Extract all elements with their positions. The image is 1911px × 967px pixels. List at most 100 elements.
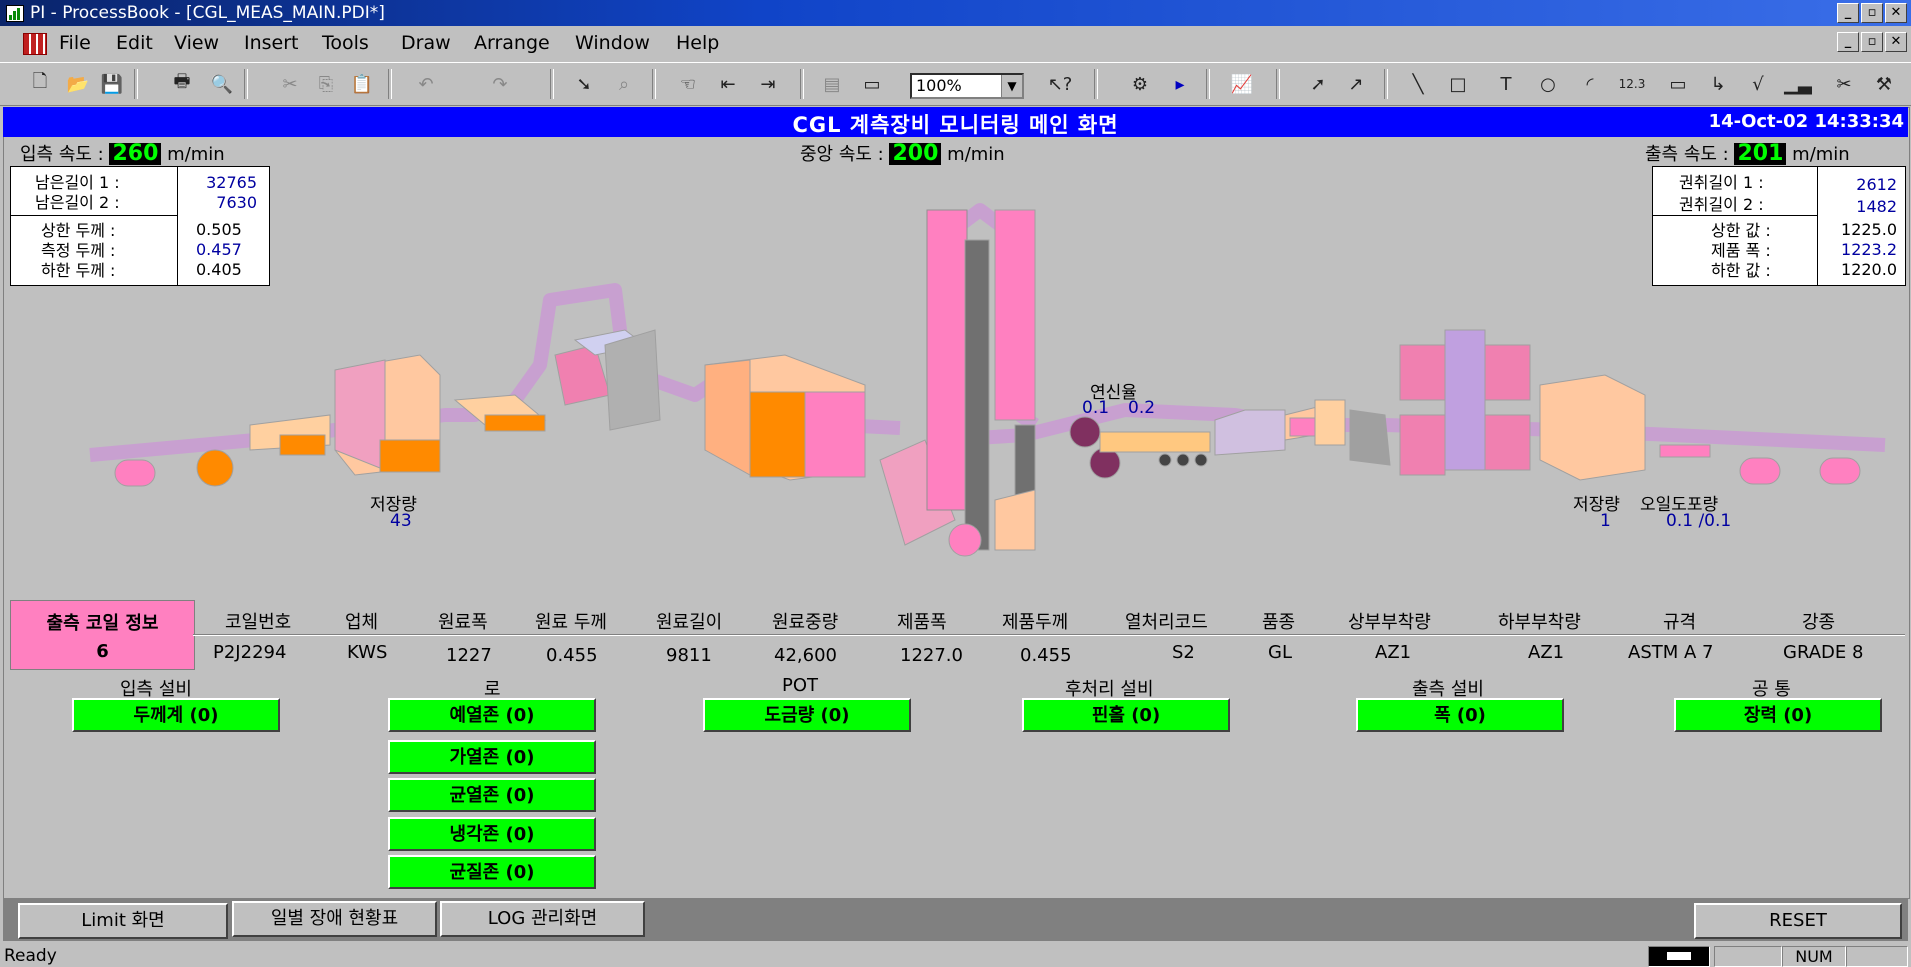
zoom-select[interactable]: 100% ▼ [910,73,1024,99]
coil-value: 0.455 [546,645,598,666]
symbol-tool-icon[interactable]: ✂ [1832,72,1856,96]
coil-value: GL [1268,642,1292,663]
exit-storage-value: 1 [1600,511,1611,531]
minimize-button[interactable]: _ [1837,3,1859,23]
daily-fault-report-button[interactable]: 일별 장애 현황표 [232,901,437,937]
tension-button[interactable]: 장력 (0) [1674,698,1882,732]
coil-value: AZ1 [1375,642,1412,663]
center-speed: 중앙 속도 : 200 m/min [800,140,1005,166]
menu-edit[interactable]: Edit [116,32,153,54]
menu-help[interactable]: Help [676,32,719,54]
paste-icon[interactable]: 📋 [350,72,374,96]
menu-bar: File Edit View Insert Tools Draw Arrange… [0,28,1911,58]
zoom-value: 100% [916,76,962,95]
button-tool-icon[interactable]: ▭ [1666,72,1690,96]
doc-close-button[interactable]: ✕ [1885,32,1907,52]
coil-value: 42,600 [774,645,837,666]
heating-zone-button[interactable]: 가열존 (0) [388,740,596,774]
coil-value: AZ1 [1528,642,1565,663]
coil-value: P2J2294 [213,642,287,663]
move-right-icon[interactable]: ⇥ [756,72,780,96]
select-arrow-icon[interactable]: ➚ [1306,72,1330,96]
coil-value: 1227.0 [900,645,963,666]
cooling-zone-button[interactable]: 냉각존 (0) [388,817,596,851]
close-button[interactable]: ✕ [1885,3,1907,23]
screen-header: CGL 계측장비 모니터링 메인 화면 14-Oct-02 14:33:34 [3,107,1908,137]
screen-datetime: 14-Oct-02 14:33:34 [1708,111,1904,132]
text-tool-icon[interactable]: T [1494,72,1518,96]
pot-label: POT [782,675,819,696]
coil-col-header: 품종 [1262,612,1296,633]
menu-tools[interactable]: Tools [322,32,369,54]
limit-screen-button[interactable]: Limit 화면 [18,903,228,939]
coil-info-title: 출측 코일 정보 [46,613,159,634]
play-icon[interactable]: ▸ [1168,72,1192,96]
doc-maximize-button[interactable]: ▫ [1861,32,1883,52]
run-mode-icon[interactable]: ⚙ [1128,72,1152,96]
process-line-diagram [89,203,1886,557]
exit-speed: 출측 속도 : 201 m/min [1645,140,1850,166]
print-icon[interactable]: 🖶 [170,71,194,96]
coil-info-header: 출측 코일 정보 6 [10,600,195,670]
move-left-icon[interactable]: ⇤ [716,72,740,96]
save-icon[interactable]: 💾 [100,72,124,96]
print-preview-icon[interactable]: 🔍 [210,72,234,96]
coil-col-header: 강종 [1802,612,1836,633]
window-icon[interactable]: ▭ [860,72,884,96]
menu-arrange[interactable]: Arrange [474,32,550,54]
grid-icon[interactable]: ▤ [820,72,844,96]
menu-window[interactable]: Window [575,32,650,54]
bar-tool-icon[interactable]: ▁▃ [1784,72,1812,96]
entry-speed-unit: m/min [167,144,225,165]
new-file-icon[interactable]: 🗋 [28,71,52,96]
coil-col-header: 원료중량 [772,612,839,633]
menu-file[interactable]: File [59,32,91,54]
document-icon[interactable] [23,33,47,55]
redo-icon[interactable]: ↷ [488,72,512,96]
log-management-button[interactable]: LOG 관리화면 [440,901,645,937]
reset-button[interactable]: RESET [1694,903,1902,939]
chevron-down-icon[interactable]: ▼ [1001,75,1022,97]
coil-col-header: 원료폭 [438,612,488,633]
line-tool-icon[interactable]: ╲ [1406,72,1430,96]
binoculars-icon[interactable]: ⌕ [612,72,636,96]
coil-value: ASTM A 7 [1628,642,1714,663]
hammer-tool-icon[interactable]: ⚒ [1872,72,1896,96]
ellipse-tool-icon[interactable]: ○ [1536,72,1560,96]
value-tool-icon[interactable]: 12.3 [1619,72,1646,96]
arc-tool-icon[interactable]: ◜ [1578,72,1602,96]
entry-speed-value: 260 [109,143,162,165]
open-folder-icon[interactable]: 📂 [66,72,90,96]
trend-tool-icon[interactable]: √ [1746,72,1770,96]
title-bar: PI - ProcessBook - [CGL_MEAS_MAIN.PDI*] … [0,0,1911,26]
menu-draw[interactable]: Draw [401,32,451,54]
connector-tool-icon[interactable]: ↳ [1706,72,1730,96]
pointer-hand-icon[interactable]: ☜ [676,72,700,96]
coating-weight-button[interactable]: 도금량 (0) [703,698,911,732]
help-pointer-icon[interactable]: ↖? [1048,72,1073,96]
trend-icon[interactable]: ➘ [572,72,596,96]
chart-icon[interactable]: 📈 [1230,72,1254,96]
coil-value: KWS [347,642,388,663]
edit-tool-icon[interactable]: ↗ [1344,72,1368,96]
doc-minimize-button[interactable]: _ [1837,32,1859,52]
coil-value: 9811 [666,645,712,666]
undo-icon[interactable]: ↶ [414,72,438,96]
status-text: Ready [4,946,57,966]
coil-col-header: 하부부착량 [1498,612,1581,633]
soaking-zone-button[interactable]: 균열존 (0) [388,778,596,812]
menu-insert[interactable]: Insert [244,32,299,54]
width-button[interactable]: 폭 (0) [1356,698,1564,732]
coil-col-header: 업체 [345,612,379,633]
equalizing-zone-button[interactable]: 균질존 (0) [388,855,596,889]
elongation-value-1: 0.1 [1082,398,1110,418]
thickness-gauge-button[interactable]: 두께계 (0) [72,698,280,732]
preheat-zone-button[interactable]: 예열존 (0) [388,698,596,732]
maximize-button[interactable]: ▫ [1861,3,1883,23]
cut-icon[interactable]: ✂ [278,72,302,96]
pinhole-button[interactable]: 핀홀 (0) [1022,698,1230,732]
menu-view[interactable]: View [174,32,219,54]
status-scrl-pane [1846,946,1908,967]
copy-icon[interactable]: ⎘ [314,72,338,96]
rectangle-tool-icon[interactable]: □ [1446,72,1470,96]
